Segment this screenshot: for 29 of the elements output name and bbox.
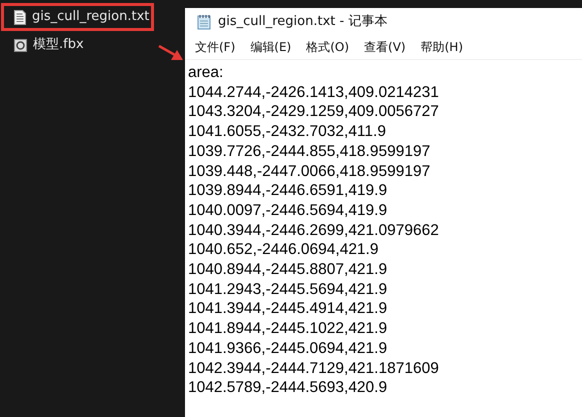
text-line: 1040.3944,-2446.2699,421.0979662 [188, 220, 440, 240]
text-line: 1044.2744,-2426.1413,409.0214231 [188, 82, 440, 102]
menu-item[interactable]: 帮助(H) [420, 38, 463, 56]
text-line: 1039.7726,-2444.855,418.9599197 [188, 142, 432, 162]
text-line: 1041.9366,-2445.0694,421.9 [188, 338, 388, 359]
file-item[interactable]: 模型.fbx [0, 36, 185, 54]
text-line: 1039.448,-2447.0066,418.9599197 [188, 162, 432, 182]
menu-item[interactable]: 文件(F) [195, 38, 236, 56]
menu-item[interactable]: 查看(V) [364, 38, 406, 56]
text-line: 1040.8944,-2445.8807,421.9 [188, 260, 388, 280]
text-line: 1040.652,-2446.0694,421.9 [188, 240, 380, 260]
text-line: 1040.0097,-2446.5694,419.9 [188, 200, 388, 221]
text-line: area: [188, 63, 224, 83]
window-title: gis_cull_region.txt - 记事本 [218, 12, 388, 31]
text-line: 1041.8944,-2445.1022,421.9 [188, 319, 388, 339]
file-icon [14, 38, 27, 52]
text-line: 1041.3944,-2445.4914,421.9 [188, 299, 388, 320]
text-line: 1042.3944,-2444.7129,421.1871609 [188, 358, 440, 378]
document-icon [14, 10, 26, 24]
file-item[interactable]: gis_cull_region.txt [4, 6, 151, 28]
text-line: 1039.8944,-2446.6591,419.9 [188, 181, 388, 201]
menu-item[interactable]: 编辑(E) [250, 38, 292, 56]
menu-item[interactable]: 格式(O) [306, 38, 350, 56]
arrow [158, 44, 184, 62]
text-line: 1042.5789,-2444.5693,420.9 [188, 378, 388, 398]
notepad-icon [197, 14, 211, 30]
text-line: 1041.2943,-2445.5694,421.9 [188, 280, 388, 300]
text-line: 1043.3204,-2429.1259,409.0056727 [188, 102, 440, 122]
text-line: 1041.6055,-2432.7032,411.9 [188, 122, 387, 142]
